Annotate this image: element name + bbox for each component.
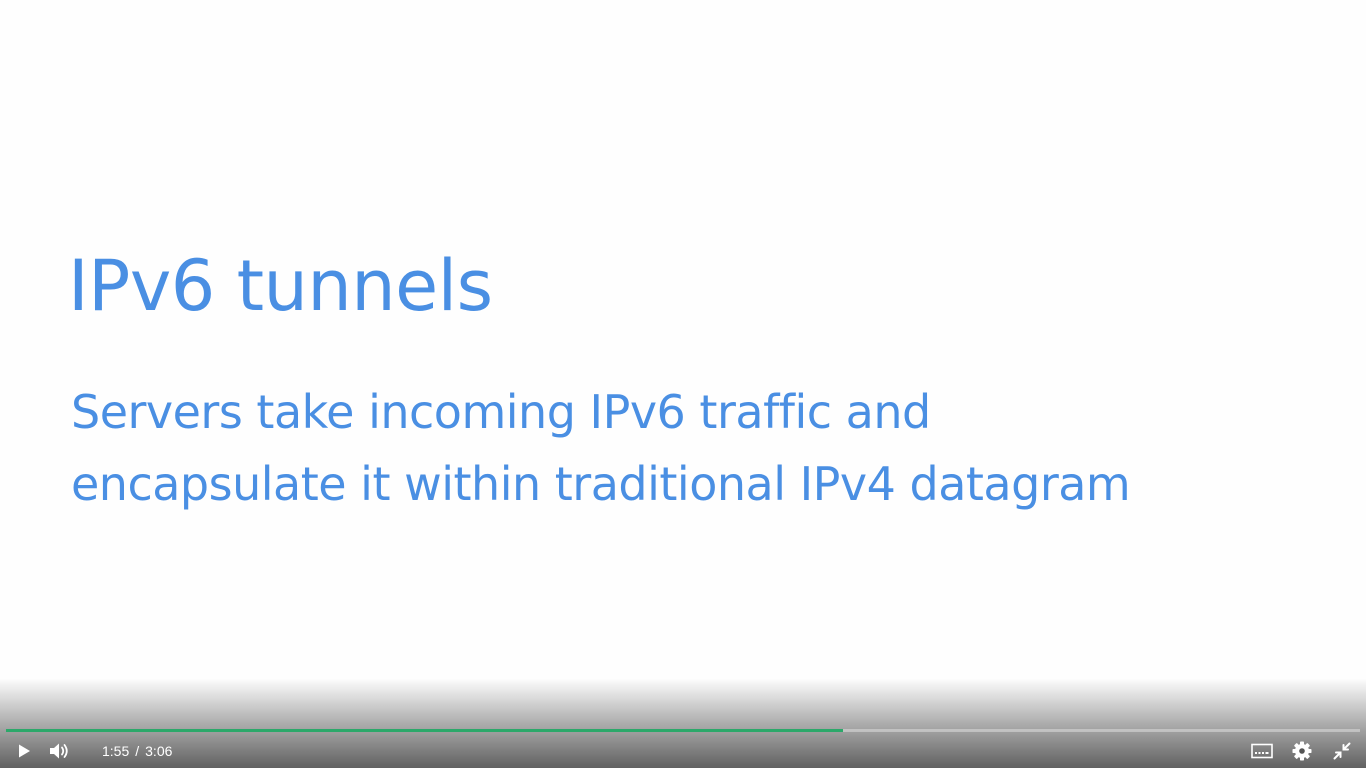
- volume-icon: [50, 743, 68, 759]
- slide-title: IPv6 tunnels: [68, 245, 493, 327]
- video-frame: IPv6 tunnels Servers take incoming IPv6 …: [0, 0, 1366, 768]
- slide-body-line-1: Servers take incoming IPv6 traffic and: [71, 385, 931, 439]
- video-player[interactable]: IPv6 tunnels Servers take incoming IPv6 …: [0, 0, 1366, 768]
- captions-icon: [1251, 743, 1273, 759]
- duration: 3:06: [145, 743, 173, 759]
- exit-fullscreen-button[interactable]: [1322, 734, 1362, 768]
- time-display: 1:55 / 3:06: [102, 743, 172, 759]
- progress-bar-fill: [6, 729, 843, 732]
- exit-fullscreen-icon: [1333, 742, 1351, 760]
- control-bar: 1:55 / 3:06: [0, 734, 1366, 768]
- slide-body: Servers take incoming IPv6 traffic and e…: [71, 376, 1321, 520]
- captions-button[interactable]: [1242, 734, 1282, 768]
- time-separator: /: [135, 743, 140, 759]
- gear-icon: [1292, 741, 1312, 761]
- volume-button[interactable]: [42, 734, 78, 768]
- play-icon: [19, 744, 30, 758]
- current-time: 1:55: [102, 743, 130, 759]
- progress-bar[interactable]: [6, 729, 1360, 732]
- play-button[interactable]: [6, 734, 42, 768]
- slide-body-line-2: encapsulate it within traditional IPv4 d…: [71, 457, 1131, 511]
- settings-button[interactable]: [1282, 734, 1322, 768]
